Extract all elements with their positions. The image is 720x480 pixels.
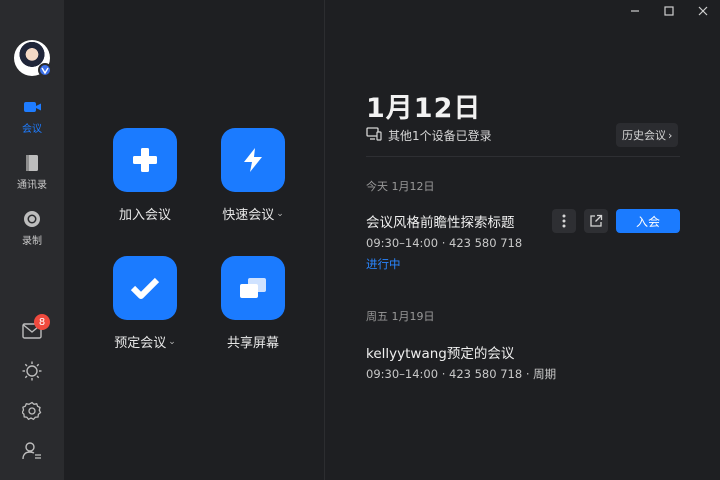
meeting-status: 进行中 — [366, 257, 401, 271]
history-label: 历史会议 — [622, 129, 666, 142]
quick-meeting-label: 快速会议 — [222, 208, 275, 223]
login-notice-text: 其他1个设备已登录 — [388, 129, 492, 143]
sidebar-item-label: 通讯录 — [17, 180, 47, 191]
join-meeting-label: 加入会议 — [118, 208, 171, 223]
action-panel: 加入会议 快速会议 ⌄ 预定会议 ⌄ 共享屏幕 — [64, 0, 325, 480]
sidebar-item-record[interactable]: 录制 — [0, 210, 64, 247]
divider — [366, 156, 680, 157]
window-controls — [618, 0, 720, 22]
chevron-down-icon[interactable]: ⌄ — [276, 209, 284, 219]
sidebar-item-meetings[interactable]: 会议 — [0, 98, 64, 135]
meetings-panel: 1月12日 其他1个设备已登录 历史会议 › 今天 1月12日 会议风格前瞻性探… — [326, 0, 720, 480]
meeting-time: 09:30–14:00 · 423 580 718 — [366, 236, 523, 250]
page-title: 1月12日 — [366, 93, 482, 124]
sidebar-item-label: 会议 — [22, 124, 42, 135]
share-screen-button[interactable]: 共享屏幕 — [193, 256, 313, 351]
record-icon — [23, 210, 41, 228]
lightning-icon — [221, 128, 285, 192]
video-camera-icon — [23, 98, 41, 116]
gear-icon[interactable] — [22, 401, 42, 421]
history-meetings-button[interactable]: 历史会议 › — [616, 123, 679, 147]
contacts-book-icon — [23, 154, 41, 172]
devices-icon — [366, 127, 382, 144]
join-button[interactable]: 入会 — [616, 209, 680, 233]
unread-count-badge: 8 — [34, 314, 50, 330]
minimize-icon[interactable] — [618, 0, 652, 22]
schedule-meeting-label: 预定会议 — [114, 336, 167, 351]
meeting-time: 09:30–14:00 · 423 580 718 · 周期 — [366, 367, 557, 381]
meeting-title[interactable]: kellyytwang预定的会议 — [366, 342, 514, 362]
user-settings-icon[interactable] — [22, 441, 42, 461]
sun-theme-icon[interactable] — [22, 361, 42, 381]
quick-meeting-button[interactable]: 快速会议 ⌄ — [193, 128, 313, 223]
schedule-meeting-button[interactable]: 预定会议 ⌄ — [85, 256, 205, 351]
checkmark-icon — [113, 256, 177, 320]
sidebar-item-label: 录制 — [22, 236, 42, 247]
plus-icon — [113, 128, 177, 192]
day-label-friday: 周五 1月19日 — [366, 310, 435, 323]
share-link-icon[interactable] — [584, 209, 608, 233]
join-meeting-button[interactable]: 加入会议 — [85, 128, 205, 223]
login-notice[interactable]: 其他1个设备已登录 — [366, 127, 492, 144]
verified-badge-icon — [38, 63, 52, 77]
maximize-icon[interactable] — [652, 0, 686, 22]
day-label-today: 今天 1月12日 — [366, 180, 435, 193]
chevron-down-icon[interactable]: ⌄ — [168, 337, 176, 347]
sidebar: 会议 通讯录 录制 8 — [0, 0, 64, 480]
more-options-icon[interactable] — [552, 209, 576, 233]
sidebar-item-contacts[interactable]: 通讯录 — [0, 154, 64, 191]
share-screen-icon — [221, 256, 285, 320]
share-screen-label: 共享屏幕 — [226, 336, 279, 351]
meeting-title[interactable]: 会议风格前瞻性探索标题 — [366, 211, 515, 231]
close-icon[interactable] — [686, 0, 720, 22]
chevron-right-icon: › — [668, 128, 673, 142]
